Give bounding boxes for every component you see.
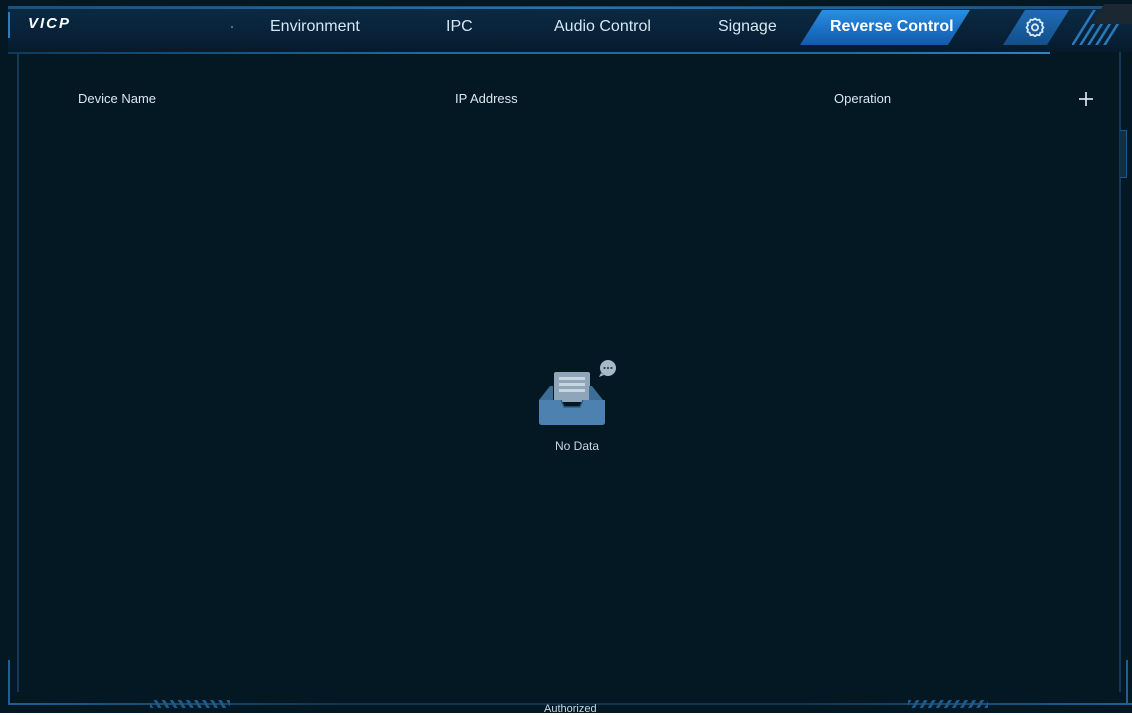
app-logo: VICP <box>28 15 72 32</box>
frame-bottom-left-decoration <box>150 700 230 708</box>
column-header-operation: Operation <box>834 91 892 106</box>
empty-state-illustration <box>537 356 619 428</box>
top-nav-underline <box>8 52 1050 54</box>
empty-inbox-icon <box>539 360 616 425</box>
nav-tab-environment[interactable]: Environment <box>270 18 360 36</box>
logo-accent-bar <box>8 12 10 38</box>
nav-tab-signage[interactable]: Signage <box>718 18 777 36</box>
app-window: VICP Environment IPC Audio Control Signa… <box>0 0 1132 715</box>
frame-left-edge <box>17 52 19 692</box>
gear-icon <box>1025 17 1045 38</box>
empty-state-text: No Data <box>555 439 600 453</box>
frame-bottom-right-decoration <box>908 700 988 708</box>
column-header-device-name: Device Name <box>78 91 157 106</box>
authorization-status: Authorized <box>544 703 597 715</box>
nav-tab-audio-control[interactable]: Audio Control <box>554 18 651 36</box>
column-header-ip-address: IP Address <box>455 91 518 106</box>
nav-tab-reverse-control[interactable]: Reverse Control <box>830 18 954 36</box>
frame-right-bottom-accent <box>1126 660 1128 705</box>
top-nav-glow <box>8 7 1132 9</box>
settings-button[interactable] <box>1025 17 1045 38</box>
nav-tab-ipc[interactable]: IPC <box>446 18 473 36</box>
plus-icon <box>1079 92 1093 106</box>
frame-left-bottom-accent <box>8 660 10 705</box>
add-device-button[interactable] <box>1075 88 1097 110</box>
nav-separator-dot <box>231 26 233 28</box>
side-panel-handle[interactable] <box>1120 130 1127 178</box>
